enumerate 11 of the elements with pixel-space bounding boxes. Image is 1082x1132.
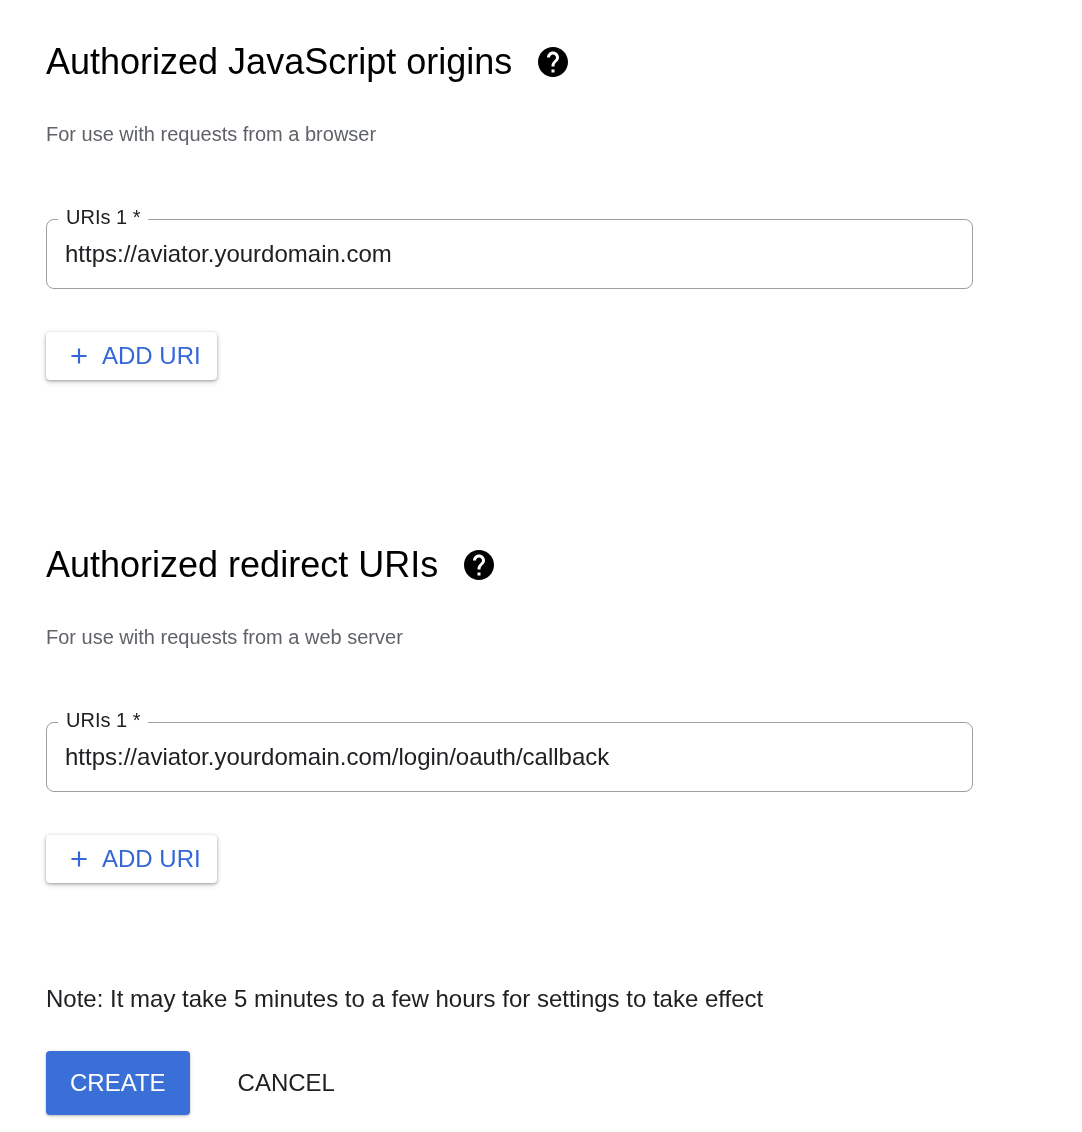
note-text: Note: It may take 5 minutes to a few hours for settings to take effect [46, 984, 765, 1014]
help-icon[interactable] [538, 47, 569, 77]
add-uri-button[interactable]: ADD URI [46, 835, 217, 883]
section-title: Authorized JavaScript origins [46, 40, 513, 84]
section-title: Authorized redirect URIs [46, 543, 439, 587]
create-button[interactable]: CREATE [46, 1051, 190, 1115]
cancel-button[interactable]: CANCEL [209, 1051, 363, 1115]
add-uri-button[interactable]: ADD URI [46, 332, 217, 380]
section-subtitle: For use with requests from a browser [46, 122, 378, 147]
help-icon[interactable] [464, 550, 495, 580]
section-subtitle: For use with requests from a web server [46, 625, 404, 650]
